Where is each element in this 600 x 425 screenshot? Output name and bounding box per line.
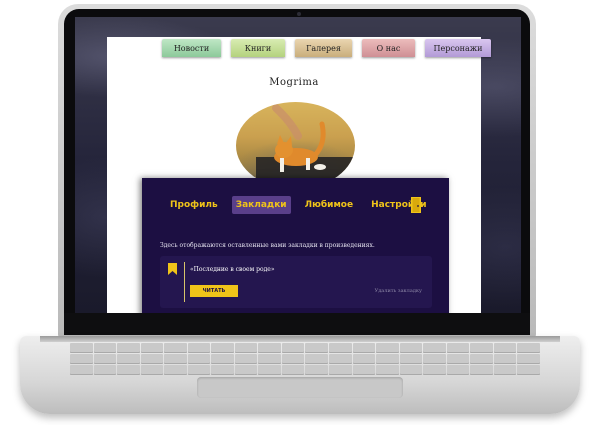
keyboard-key xyxy=(211,354,234,364)
keyboard-key xyxy=(446,365,470,375)
keyboard-key xyxy=(164,365,187,375)
keyboard-key xyxy=(376,354,399,364)
bookmark-title: «Последние в своем роде» xyxy=(190,266,275,273)
keyboard-key xyxy=(93,354,117,364)
keyboard-key xyxy=(305,343,329,353)
keyboard-key xyxy=(258,354,281,364)
keyboard-key xyxy=(305,365,329,375)
keyboard-key xyxy=(423,343,446,353)
bookmark-card: «Последние в своем роде» ЧИТАТЬ Удалить … xyxy=(160,256,432,308)
keyboard-key xyxy=(376,365,399,375)
keyboard-key xyxy=(93,365,117,375)
keyboard-key xyxy=(329,343,352,353)
keyboard-key xyxy=(187,354,211,364)
tab-profile[interactable]: Профиль xyxy=(166,196,222,214)
keyboard-key xyxy=(234,365,258,375)
keyboard xyxy=(70,343,540,375)
keyboard-key xyxy=(258,343,281,353)
keyboard-key xyxy=(70,354,93,364)
keyboard-key xyxy=(470,343,493,353)
card-divider xyxy=(184,262,185,302)
keyboard-key xyxy=(140,343,164,353)
screen-chin xyxy=(64,313,530,335)
keyboard-key xyxy=(376,343,399,353)
keyboard-key xyxy=(399,365,423,375)
keyboard-key xyxy=(70,343,93,353)
keyboard-key xyxy=(211,343,234,353)
keyboard-key xyxy=(305,354,329,364)
keyboard-key xyxy=(117,354,140,364)
keyboard-key xyxy=(352,354,376,364)
profile-tabs: Профиль Закладки Любимое Настройки xyxy=(166,196,431,214)
nav-tab-books[interactable]: Книги xyxy=(231,39,285,57)
keyboard-key xyxy=(93,343,117,353)
keyboard-key xyxy=(164,343,187,353)
keyboard-key xyxy=(517,354,540,364)
nav-tab-gallery[interactable]: Галерея xyxy=(295,39,352,57)
remove-bookmark-link[interactable]: Удалить закладку xyxy=(375,288,422,294)
webcam-icon xyxy=(297,12,301,16)
keyboard-key xyxy=(234,354,258,364)
keyboard-key xyxy=(258,365,281,375)
keyboard-key xyxy=(329,354,352,364)
bookmarks-info: Здесь отображаются оставленные вами закл… xyxy=(160,242,375,249)
read-button[interactable]: ЧИТАТЬ xyxy=(190,285,238,297)
nav-tab-characters[interactable]: Персонажи xyxy=(425,39,491,57)
keyboard-key xyxy=(70,365,93,375)
trackpad xyxy=(197,377,403,398)
screen: Новости Книги Галерея О нас Персонажи Mo… xyxy=(75,17,521,313)
keyboard-key xyxy=(352,365,376,375)
username: Mogrima xyxy=(269,77,319,88)
keyboard-key xyxy=(187,365,211,375)
keyboard-key xyxy=(517,365,540,375)
keyboard-key xyxy=(470,365,493,375)
keyboard-key xyxy=(281,354,305,364)
keyboard-key xyxy=(140,365,164,375)
tab-favorites[interactable]: Любимое xyxy=(301,196,357,214)
keyboard-key xyxy=(234,343,258,353)
keyboard-key xyxy=(423,354,446,364)
keyboard-key xyxy=(423,365,446,375)
keyboard-key xyxy=(493,354,517,364)
keyboard-key xyxy=(493,365,517,375)
nav-tab-about[interactable]: О нас xyxy=(362,39,415,57)
keyboard-key xyxy=(187,343,211,353)
nav-tab-news[interactable]: Новости xyxy=(162,39,221,57)
keyboard-key xyxy=(399,354,423,364)
avatar xyxy=(236,102,355,189)
keyboard-key xyxy=(352,343,376,353)
tab-bookmarks[interactable]: Закладки xyxy=(231,196,291,214)
keyboard-key xyxy=(493,343,517,353)
bookmark-icon xyxy=(168,263,177,275)
keyboard-key xyxy=(329,365,352,375)
door-icon[interactable] xyxy=(410,196,422,214)
keyboard-key xyxy=(470,354,493,364)
laptop-hinge xyxy=(40,336,560,342)
keyboard-key xyxy=(446,343,470,353)
keyboard-key xyxy=(517,343,540,353)
cat-photo xyxy=(256,104,355,187)
keyboard-key xyxy=(446,354,470,364)
keyboard-key xyxy=(211,365,234,375)
keyboard-key xyxy=(281,365,305,375)
keyboard-key xyxy=(140,354,164,364)
keyboard-key xyxy=(164,354,187,364)
keyboard-key xyxy=(117,365,140,375)
keyboard-key xyxy=(117,343,140,353)
keyboard-key xyxy=(399,343,423,353)
profile-panel: Профиль Закладки Любимое Настройки Здесь… xyxy=(142,178,449,313)
site-nav: Новости Книги Галерея О нас Персонажи xyxy=(162,39,491,59)
keyboard-key xyxy=(281,343,305,353)
